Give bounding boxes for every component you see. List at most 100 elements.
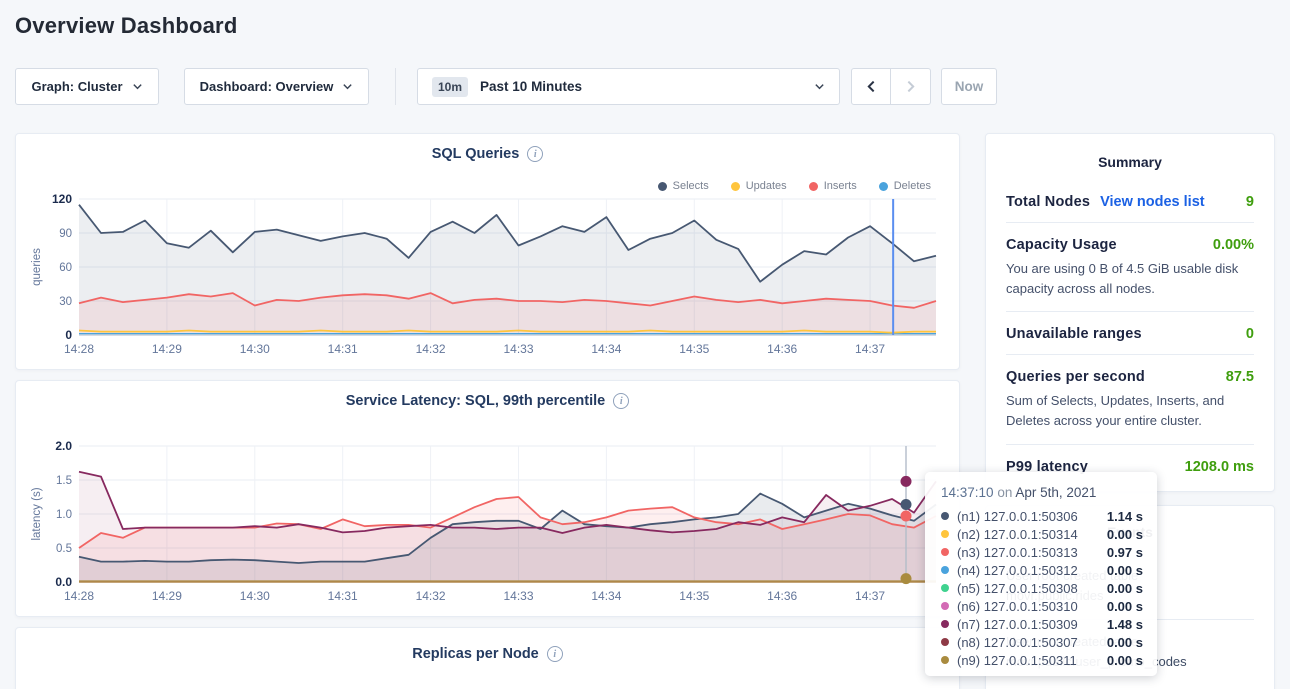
summary-row-value: 1208.0 ms — [1185, 459, 1254, 475]
now-button[interactable]: Now — [941, 68, 997, 105]
tooltip-node-value: 0.97 s — [1107, 545, 1143, 560]
x-tick-label: 14:34 — [591, 342, 621, 356]
summary-row-line: Capacity Usage 0.00% — [1006, 237, 1254, 253]
summary-row-value: 87.5 — [1226, 369, 1254, 385]
tooltip-node-row: (n1) 127.0.0.1:50306 1.14 s — [941, 507, 1143, 525]
now-button-label: Now — [955, 79, 984, 94]
tooltip-node-row: (n4) 127.0.0.1:50312 0.00 s — [941, 561, 1143, 579]
chevron-down-icon — [814, 81, 825, 92]
time-range-dropdown[interactable]: 10m Past 10 Minutes — [417, 68, 840, 105]
y-tick-label: 2.0 — [55, 439, 72, 453]
x-tick-label: 14:32 — [416, 342, 446, 356]
x-tick-label: 14:29 — [152, 589, 182, 603]
time-prev-button[interactable] — [851, 68, 891, 105]
tooltip-node-label: (n2) 127.0.0.1:50314 — [957, 527, 1078, 542]
series-color-dot — [941, 638, 949, 646]
x-tick-label: 14:36 — [767, 589, 797, 603]
summary-row: Total NodesView nodes list9 — [1006, 180, 1254, 223]
series-color-dot — [941, 620, 949, 628]
summary-row-label: Unavailable ranges — [1006, 326, 1142, 342]
tooltip-node-row: (n3) 127.0.0.1:50313 0.97 s — [941, 543, 1143, 561]
tooltip-node-row: (n2) 127.0.0.1:50314 0.00 s — [941, 525, 1143, 543]
x-tick-label: 14:29 — [152, 342, 182, 356]
tooltip-node-value: 0.00 s — [1107, 599, 1143, 614]
time-next-button[interactable] — [891, 68, 931, 105]
tooltip-node-row: (n7) 127.0.0.1:503091.48 s — [941, 615, 1143, 633]
tooltip-node-label: (n9) 127.0.0.1:50311 — [957, 653, 1077, 668]
summary-row-line: Total NodesView nodes list9 — [1006, 194, 1254, 210]
y-tick-label: 1.5 — [56, 475, 72, 487]
latency-plot[interactable]: 0.00.51.01.52.014:2814:2914:3014:3114:32… — [16, 381, 961, 618]
y-tick-label: 1.0 — [56, 509, 72, 521]
tooltip-node-label: (n7) 127.0.0.1:50309 — [957, 617, 1078, 632]
tooltip-node-label: (n4) 127.0.0.1:50312 — [957, 563, 1078, 578]
summary-row: Queries per second87.5 Sum of Selects, Up… — [1006, 355, 1254, 444]
summary-row-description: You are using 0 B of 4.5 GiB usable disk… — [1006, 259, 1254, 299]
tooltip-node-label: (n6) 127.0.0.1:50310 — [957, 599, 1078, 614]
x-tick-label: 14:30 — [240, 342, 270, 356]
x-tick-label: 14:37 — [855, 342, 885, 356]
summary-row-description: Sum of Selects, Updates, Inserts, and De… — [1006, 391, 1254, 431]
tooltip-node-value: 0.00 s — [1107, 581, 1143, 596]
view-nodes-link[interactable]: View nodes list — [1100, 194, 1205, 210]
tooltip-node-label: (n1) 127.0.0.1:50306 — [957, 509, 1078, 524]
page-title: Overview Dashboard — [15, 13, 237, 39]
series-color-dot — [941, 512, 949, 520]
tooltip-node-label: (n3) 127.0.0.1:50313 — [957, 545, 1078, 560]
tooltip-node-value: 0.00 s — [1107, 527, 1143, 542]
tooltip-node-row: (n6) 127.0.0.1:50310 0.00 s — [941, 597, 1143, 615]
replicas-chart-title: Replicas per Node — [412, 646, 539, 662]
tooltip-timestamp: 14:37:10 on Apr 5th, 2021 — [941, 485, 1143, 500]
x-tick-label: 14:35 — [679, 342, 709, 356]
sql-queries-plot[interactable]: 030609012014:2814:2914:3014:3114:3214:33… — [16, 134, 961, 371]
summary-row-value: 0 — [1246, 326, 1254, 342]
y-tick-label: 0 — [65, 328, 72, 342]
chart-hover-tooltip: 14:37:10 on Apr 5th, 2021 (n1) 127.0.0.1… — [925, 472, 1157, 676]
y-tick-label: 30 — [59, 296, 72, 308]
x-tick-label: 14:31 — [328, 589, 358, 603]
x-tick-label: 14:33 — [503, 589, 533, 603]
tooltip-node-row: (n9) 127.0.0.1:50311 0.00 s — [941, 651, 1143, 669]
series-color-dot — [941, 530, 949, 538]
graph-dropdown-label: Graph: Cluster — [31, 79, 122, 94]
x-tick-label: 14:32 — [416, 589, 446, 603]
x-tick-label: 14:35 — [679, 589, 709, 603]
y-tick-label: 0.0 — [55, 575, 72, 589]
y-tick-label: 90 — [59, 228, 72, 240]
dashboard-dropdown[interactable]: Dashboard: Overview — [184, 68, 369, 105]
tooltip-node-value: 0.00 s — [1107, 563, 1143, 578]
x-tick-label: 14:31 — [328, 342, 358, 356]
summary-row-value: 0.00% — [1213, 237, 1254, 253]
chevron-down-icon — [132, 81, 143, 92]
graph-dropdown[interactable]: Graph: Cluster — [15, 68, 159, 105]
tooltip-node-label: (n8) 127.0.0.1:50307 — [957, 635, 1078, 650]
summary-title: Summary — [986, 134, 1274, 170]
y-tick-label: 60 — [59, 262, 72, 274]
x-tick-label: 14:36 — [767, 342, 797, 356]
summary-row: Capacity Usage 0.00% You are using 0 B of … — [1006, 223, 1254, 312]
summary-row-line: Queries per second87.5 — [1006, 369, 1254, 385]
dashboard-dropdown-label: Dashboard: Overview — [200, 79, 334, 94]
y-axis-label: queries — [31, 248, 43, 286]
info-icon[interactable]: i — [547, 646, 563, 662]
x-tick-label: 14:34 — [591, 589, 621, 603]
series-color-dot — [941, 656, 949, 664]
sql-queries-chart-card: SQL Queries i SelectsUpdatesInsertsDelet… — [15, 133, 960, 370]
summary-row: Unavailable ranges 0 — [1006, 312, 1254, 355]
series-color-dot — [941, 602, 949, 610]
x-tick-label: 14:28 — [64, 342, 94, 356]
controls-divider — [395, 68, 396, 105]
series-color-dot — [941, 566, 949, 574]
summary-row-line: Unavailable ranges 0 — [1006, 326, 1254, 342]
tooltip-node-value: 1.14 s — [1107, 509, 1143, 524]
tooltip-node-value: 0.00 s — [1107, 635, 1143, 650]
tooltip-node-row: (n5) 127.0.0.1:50308 0.00 s — [941, 579, 1143, 597]
summary-row-value: 9 — [1246, 194, 1254, 210]
tooltip-node-row: (n8) 127.0.0.1:50307 0.00 s — [941, 633, 1143, 651]
summary-row-label: Capacity Usage — [1006, 237, 1117, 253]
tooltip-node-value: 0.00 s — [1107, 653, 1143, 668]
y-tick-label: 0.5 — [56, 543, 72, 555]
x-tick-label: 14:28 — [64, 589, 94, 603]
tooltip-node-label: (n5) 127.0.0.1:50308 — [957, 581, 1078, 596]
series-color-dot — [941, 584, 949, 592]
